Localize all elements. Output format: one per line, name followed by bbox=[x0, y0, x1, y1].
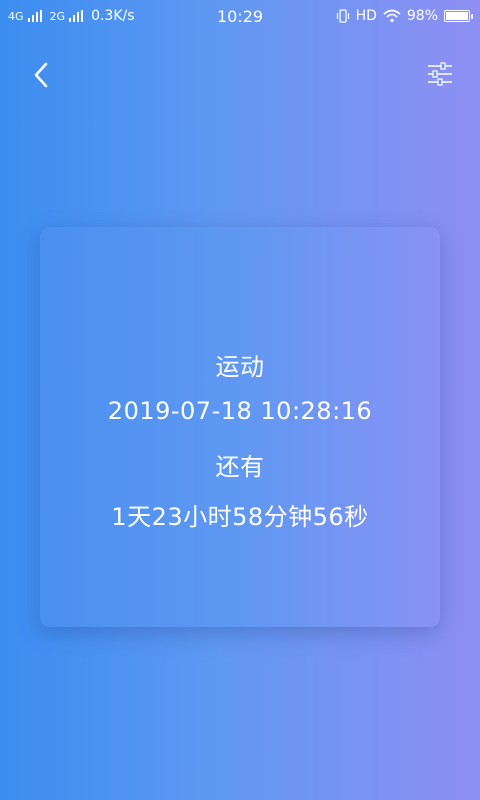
vibrate-icon bbox=[336, 9, 349, 23]
battery-percent: 98% bbox=[406, 8, 438, 24]
settings-button[interactable] bbox=[426, 60, 454, 88]
status-right: HD 98% bbox=[336, 8, 473, 24]
wifi-icon bbox=[383, 9, 401, 23]
sliders-icon bbox=[428, 62, 452, 86]
remaining-label: 还有 bbox=[215, 453, 265, 481]
countdown-card: 运动 2019-07-18 10:28:16 还有 1天23小时58分钟56秒 bbox=[40, 227, 440, 627]
back-button[interactable] bbox=[28, 60, 54, 90]
battery-icon bbox=[444, 10, 473, 22]
event-datetime: 2019-07-18 10:28:16 bbox=[107, 397, 373, 425]
status-bar: 4G 2G 0.3K/s 10:29 HD 98% bbox=[0, 0, 480, 34]
hd-label: HD bbox=[355, 8, 377, 24]
countdown-text: 1天23小时58分钟56秒 bbox=[111, 503, 369, 531]
battery-fill bbox=[446, 12, 468, 20]
chevron-left-icon bbox=[34, 62, 48, 88]
event-name: 运动 bbox=[215, 353, 265, 381]
